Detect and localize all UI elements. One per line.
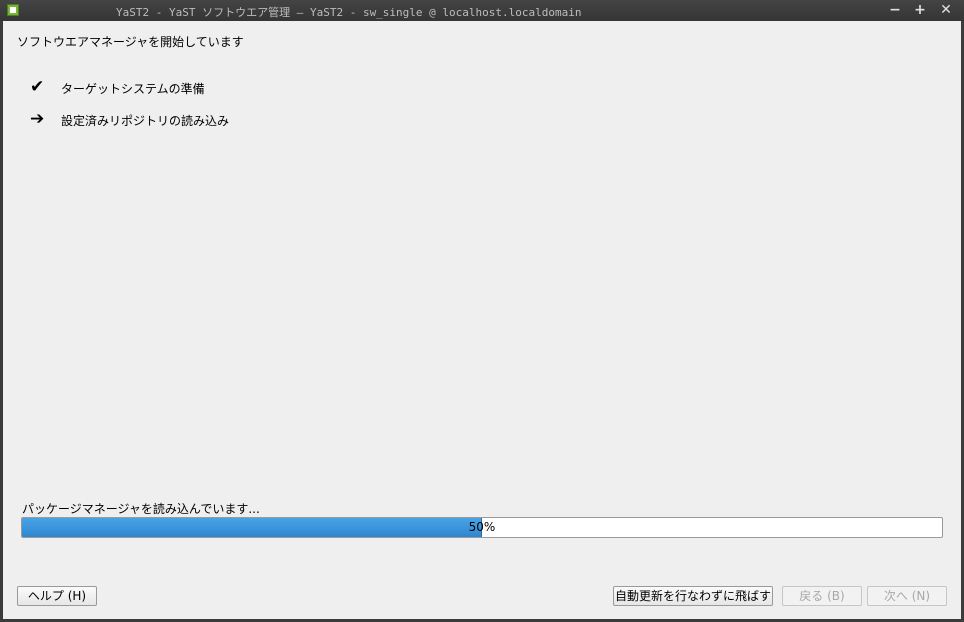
back-button[interactable]: 戻る (B) bbox=[782, 586, 862, 606]
step-label: ターゲットシステムの準備 bbox=[61, 82, 205, 96]
window-frame-left bbox=[0, 21, 3, 622]
arrow-right-icon: ➔ bbox=[30, 109, 45, 129]
close-icon[interactable]: ✕ bbox=[937, 1, 955, 19]
title-bar[interactable]: YaST2 - YaST ソフトウエア管理 — YaST2 - sw_singl… bbox=[0, 0, 964, 21]
minimize-icon[interactable]: − bbox=[886, 1, 904, 19]
help-button[interactable]: ヘルプ (H) bbox=[17, 586, 97, 606]
page-title: ソフトウエアマネージャを開始しています bbox=[17, 35, 244, 49]
step-label: 設定済みリポジトリの読み込み bbox=[61, 114, 230, 128]
progress-percent-text: 50% bbox=[468, 520, 496, 534]
yast-app-icon bbox=[7, 4, 19, 16]
window-title: YaST2 - YaST ソフトウエア管理 — YaST2 - sw_singl… bbox=[116, 6, 582, 19]
skip-autorefresh-button[interactable]: 自動更新を行なわずに飛ばす bbox=[613, 586, 773, 606]
maximize-icon[interactable]: + bbox=[911, 1, 929, 19]
progress-label: パッケージマネージャを読み込んでいます... bbox=[22, 502, 260, 516]
yast-window: YaST2 - YaST ソフトウエア管理 — YaST2 - sw_singl… bbox=[0, 0, 964, 622]
checkmark-icon: ✔ bbox=[30, 77, 45, 97]
progress-bar: 50% bbox=[21, 517, 943, 538]
next-button[interactable]: 次へ (N) bbox=[867, 586, 947, 606]
